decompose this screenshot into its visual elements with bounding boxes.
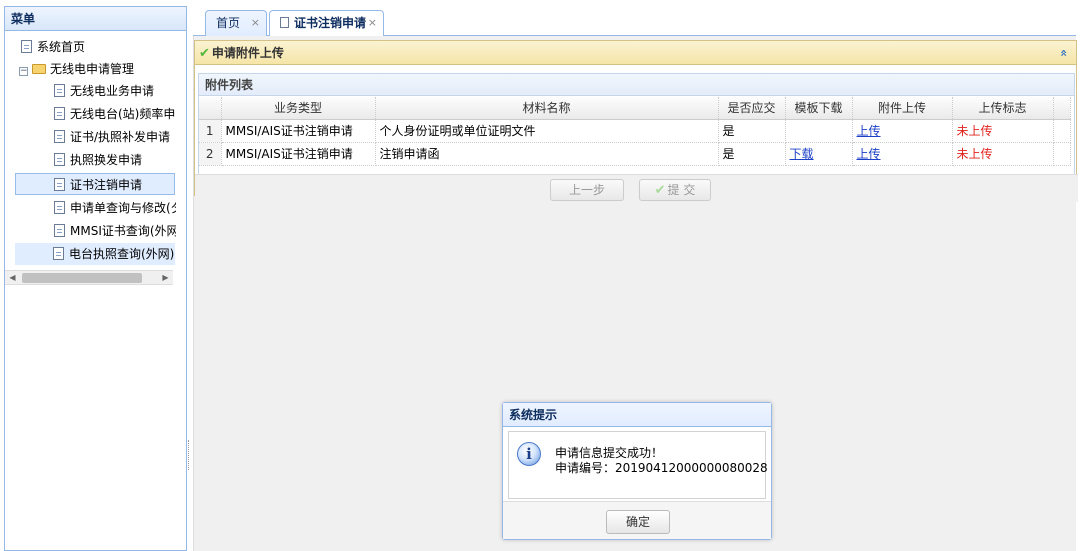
cell-upload-status: 未上传	[952, 142, 1054, 166]
menu-item-license-renewal[interactable]: 执照换发申请	[54, 149, 176, 171]
column-header[interactable]: 是否应交	[718, 97, 786, 120]
system-message-dialog: 系统提示 i 申请信息提交成功！ 申请编号：201904120000000800…	[502, 402, 772, 540]
menu-item-system-home[interactable]: 系统首页	[21, 36, 171, 58]
column-header-spacer	[1053, 97, 1071, 120]
dialog-title[interactable]: 系统提示	[503, 403, 771, 427]
menu-title: 菜单	[5, 7, 186, 31]
menu-item-label: 执照换发申请	[70, 153, 143, 167]
menu-item-label: 电台执照查询(外网)	[69, 247, 175, 261]
table-row[interactable]: 2 MMSI/AIS证书注销申请 注销申请函 是 下载 上传 未上传	[199, 142, 1071, 166]
column-header[interactable]: 材料名称	[375, 97, 719, 120]
menu-tree: 系统首页 − 无线电申请管理 无线电业务申请 无线电台(站)频率申 证书/执照补发…	[5, 32, 186, 550]
menu-item-label: 证书/执照补发申请	[70, 130, 171, 144]
document-icon	[54, 130, 65, 143]
document-icon	[54, 178, 65, 191]
column-header-rownum	[199, 97, 222, 120]
document-icon	[21, 40, 32, 53]
collapse-icon[interactable]: −	[19, 67, 28, 76]
download-link[interactable]: 下载	[790, 147, 814, 161]
menu-item-label: 无线电台(站)频率申	[70, 107, 176, 121]
cell-attachment-upload: 上传	[852, 142, 953, 166]
attachment-list-title: 附件列表	[199, 74, 1074, 96]
dialog-body: i 申请信息提交成功！ 申请编号：20190412000000080028	[508, 431, 768, 499]
horizontal-scrollbar[interactable]: ◀ ▶	[5, 270, 173, 285]
application-number: 申请编号：20190412000000080028	[555, 461, 768, 475]
tab-certificate-cancellation[interactable]: 证书注销申请 ×	[269, 10, 384, 37]
menu-item-application-query-modify[interactable]: 申请单查询与修改(夕	[54, 197, 176, 219]
menu-item-label: 无线电业务申请	[70, 84, 155, 98]
cell-material-name: 注销申请函	[375, 142, 719, 166]
row-number: 2	[199, 142, 222, 166]
document-icon	[280, 17, 289, 28]
cell-attachment-upload: 上传	[852, 119, 953, 143]
upload-panel-header: ✔ 申请附件上传 «	[195, 41, 1076, 65]
scrollbar-thumb[interactable]	[22, 273, 142, 283]
scroll-right-icon[interactable]: ▶	[158, 271, 173, 286]
column-header[interactable]: 附件上传	[852, 97, 953, 120]
document-icon	[53, 247, 64, 260]
previous-step-button[interactable]: 上一步	[550, 179, 624, 201]
button-bar: 上一步 ✔ 提 交	[195, 174, 1078, 202]
attachment-list: 附件列表 业务类型 材料名称 是否应交 模板下载 附件上传 上传标志 1 MMS…	[198, 73, 1075, 189]
tab-bar: 首页 × 证书注销申请 ×	[193, 6, 1076, 37]
tab-home[interactable]: 首页 ×	[205, 10, 267, 36]
upload-panel-title: 申请附件上传	[211, 46, 284, 60]
info-icon: i	[517, 442, 541, 466]
menu-item-station-license-query[interactable]: 电台执照查询(外网)	[15, 243, 175, 265]
checkmark-icon: ✔	[654, 183, 666, 198]
cell-spacer	[1053, 119, 1071, 143]
scroll-left-icon[interactable]: ◀	[5, 271, 20, 286]
cell-required: 是	[718, 119, 786, 143]
menu-item-radio-service-application[interactable]: 无线电业务申请	[54, 80, 176, 102]
cell-required: 是	[718, 142, 786, 166]
menu-item-station-frequency-application[interactable]: 无线电台(站)频率申	[54, 103, 176, 125]
column-header[interactable]: 模板下载	[785, 97, 853, 120]
cell-spacer	[1053, 142, 1071, 166]
ok-button[interactable]: 确定	[606, 510, 670, 534]
cell-template-download	[785, 119, 853, 143]
button-label: 上一步	[568, 183, 605, 197]
menu-panel: 菜单 系统首页 − 无线电申请管理 无线电业务申请 无线电台(站)频率申 证书/执…	[4, 6, 187, 551]
table-header-row: 业务类型 材料名称 是否应交 模板下载 附件上传 上传标志	[199, 97, 1071, 120]
row-number: 1	[199, 119, 222, 143]
menu-item-certificate-reissue[interactable]: 证书/执照补发申请	[54, 126, 176, 148]
panel-splitter[interactable]	[188, 440, 191, 470]
tab-label: 证书注销申请	[294, 16, 367, 30]
document-icon	[54, 84, 65, 97]
button-label: 提 交	[667, 183, 696, 197]
table-row[interactable]: 1 MMSI/AIS证书注销申请 个人身份证明或单位证明文件 是 上传 未上传	[199, 119, 1071, 143]
upload-link[interactable]: 上传	[857, 124, 881, 138]
collapse-up-icon[interactable]: «	[1052, 49, 1076, 57]
cell-business-type: MMSI/AIS证书注销申请	[221, 119, 376, 143]
menu-item-label: MMSI证书查询(外网	[70, 224, 176, 238]
document-icon	[54, 153, 65, 166]
checkmark-icon: ✔	[199, 46, 210, 61]
attachment-table: 业务类型 材料名称 是否应交 模板下载 附件上传 上传标志 1 MMSI/AIS…	[199, 97, 1071, 166]
menu-item-label: 证书注销申请	[70, 178, 143, 192]
document-icon	[54, 224, 65, 237]
menu-folder-radio-application[interactable]: − 无线电申请管理	[19, 58, 174, 80]
menu-item-label: 无线电申请管理	[50, 62, 135, 76]
menu-item-label: 系统首页	[37, 40, 86, 54]
menu-item-label: 申请单查询与修改(夕	[70, 201, 176, 215]
menu-item-certificate-cancellation[interactable]: 证书注销申请	[15, 173, 175, 195]
menu-item-mmsi-certificate-query[interactable]: MMSI证书查询(外网	[54, 220, 176, 242]
cell-template-download: 下载	[785, 142, 853, 166]
column-header[interactable]: 业务类型	[221, 97, 376, 120]
cell-business-type: MMSI/AIS证书注销申请	[221, 142, 376, 166]
close-icon[interactable]: ×	[251, 11, 260, 35]
submit-button[interactable]: ✔ 提 交	[639, 179, 711, 201]
upload-link[interactable]: 上传	[857, 147, 881, 161]
cell-material-name: 个人身份证明或单位证明文件	[375, 119, 719, 143]
folder-open-icon	[32, 64, 46, 74]
tab-label: 首页	[216, 16, 241, 30]
cell-upload-status: 未上传	[952, 119, 1054, 143]
column-header[interactable]: 上传标志	[952, 97, 1054, 120]
dialog-footer: 确定	[503, 501, 771, 539]
upload-panel: ✔ 申请附件上传 « 附件列表 业务类型 材料名称 是否应交 模板下载 附件上传…	[194, 40, 1078, 202]
document-icon	[54, 201, 65, 214]
close-icon[interactable]: ×	[368, 11, 377, 35]
document-icon	[54, 107, 65, 120]
